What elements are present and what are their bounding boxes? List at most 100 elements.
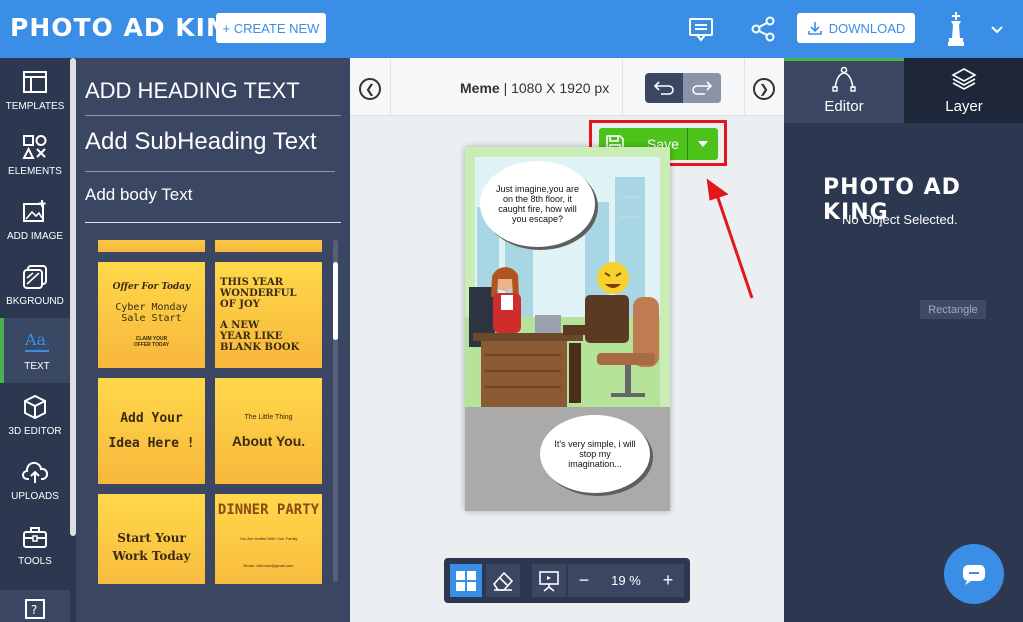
tile-line: Idea Here ! bbox=[108, 436, 195, 451]
tile-line: Sale Start bbox=[121, 313, 182, 324]
document-dimensions: 1080 X 1920 px bbox=[511, 80, 610, 96]
document-type: Meme bbox=[460, 80, 500, 96]
sidebar-item-tools[interactable]: TOOLS bbox=[0, 513, 70, 578]
redo-button[interactable] bbox=[683, 73, 721, 103]
svg-text:Aa: Aa bbox=[24, 330, 47, 349]
chat-button[interactable] bbox=[944, 544, 1004, 604]
document-info: Meme | 1080 X 1920 px bbox=[460, 80, 610, 96]
grid-view-icon bbox=[456, 570, 476, 591]
tile-line: Start Your bbox=[117, 531, 186, 545]
right-panel: Editor Layer bbox=[784, 58, 1023, 622]
tab-layer[interactable]: Layer bbox=[904, 58, 1023, 123]
sidebar-label-tools: TOOLS bbox=[18, 556, 52, 567]
sidebar-item-uploads[interactable]: UPLOADS bbox=[0, 448, 70, 513]
help-button[interactable]: ? bbox=[0, 590, 70, 622]
eraser-button[interactable] bbox=[486, 564, 520, 597]
templates-icon bbox=[23, 71, 47, 93]
speech-bubble-top: Just imagine,you are on the 8th floor, i… bbox=[480, 161, 595, 247]
top-bar: PHOTO AD KING + CREATE NEW DOWNLOAD bbox=[0, 0, 1023, 58]
sidebar-item-elements[interactable]: ELEMENTS bbox=[0, 123, 70, 188]
presentation-icon bbox=[539, 570, 559, 592]
create-new-button[interactable]: + CREATE NEW bbox=[216, 13, 326, 43]
app-logo[interactable]: PHOTO AD KING bbox=[10, 13, 249, 42]
tile-line: DINNER PARTY bbox=[217, 502, 320, 518]
text-template-tile[interactable]: Start Your Work Today bbox=[98, 494, 205, 584]
sidebar-item-text[interactable]: Aa TEXT bbox=[0, 318, 70, 383]
tile-line: Email: Johndoe@gmail.com bbox=[243, 563, 294, 568]
sidebar-label-templates: TEMPLATES bbox=[5, 101, 65, 112]
tile-line: WONDERFUL bbox=[220, 288, 297, 299]
speech-bubble-top-text: Just imagine,you are on the 8th floor, i… bbox=[495, 184, 580, 224]
share-icon[interactable] bbox=[748, 14, 778, 44]
sidebar-label-add-image: ADD IMAGE bbox=[6, 231, 64, 242]
text-template-tile[interactable]: The Little Thing About You. bbox=[215, 378, 322, 484]
add-heading-text[interactable]: ADD HEADING TEXT bbox=[85, 78, 300, 104]
zoom-level: 19 % bbox=[611, 573, 641, 588]
text-template-tile[interactable]: THIS YEAR WONDERFUL OF JOY A NEW YEAR LI… bbox=[215, 262, 322, 368]
grid-view-button[interactable] bbox=[450, 564, 482, 597]
active-tab-indicator bbox=[784, 58, 904, 61]
divider bbox=[85, 115, 341, 116]
text-template-tile[interactable]: Add Your Idea Here ! bbox=[98, 378, 205, 484]
no-selection-message: No Object Selected. bbox=[842, 212, 958, 227]
speech-bubble-bottom-text: It's very simple, i will stop my imagina… bbox=[554, 439, 636, 469]
annotation-arrow bbox=[706, 178, 754, 299]
text-template-tile[interactable]: DINNER PARTY You Are Invited With Your F… bbox=[215, 494, 322, 584]
tile-line: Add Your bbox=[120, 411, 183, 426]
chevron-right-icon: ❯ bbox=[758, 82, 770, 96]
tile-line: You Are Invited With Your Family bbox=[239, 536, 298, 541]
redo-icon bbox=[692, 81, 713, 95]
text-template-tile[interactable] bbox=[98, 240, 205, 252]
download-button[interactable]: DOWNLOAD bbox=[797, 13, 915, 43]
sidebar-item-add-image[interactable]: ADD IMAGE bbox=[0, 188, 70, 253]
download-label: DOWNLOAD bbox=[828, 20, 906, 36]
text-panel: ADD HEADING TEXT Add SubHeading Text Add… bbox=[76, 58, 350, 622]
editor-icon bbox=[832, 66, 856, 92]
tile-line: A NEW bbox=[220, 320, 260, 331]
add-subheading-text[interactable]: Add SubHeading Text bbox=[85, 128, 317, 156]
text-template-grid: Offer For Today Cyber Monday Sale Start … bbox=[98, 240, 328, 584]
chess-king-icon[interactable] bbox=[941, 12, 971, 46]
text-template-tile[interactable] bbox=[215, 240, 322, 252]
zoom-in-button[interactable]: + bbox=[652, 570, 684, 591]
tile-line: OFFER TODAY bbox=[133, 342, 170, 348]
download-icon bbox=[807, 22, 822, 35]
tile-line: BLANK BOOK bbox=[220, 342, 300, 353]
tile-line: OF JOY bbox=[220, 299, 260, 310]
zoom-toolbar: − 19 % + bbox=[444, 558, 690, 603]
tile-line: Work Today bbox=[112, 549, 191, 563]
background-icon bbox=[23, 265, 47, 289]
elements-icon bbox=[22, 135, 47, 159]
sidebar-label-uploads: UPLOADS bbox=[11, 491, 59, 502]
tab-layer-label: Layer bbox=[945, 98, 983, 115]
prev-page-button[interactable]: ❮ bbox=[359, 78, 381, 100]
rectangle-tooltip: Rectangle bbox=[920, 300, 986, 319]
tools-icon bbox=[23, 527, 47, 548]
svg-text:?: ? bbox=[31, 603, 37, 617]
divider bbox=[85, 222, 341, 223]
meme-canvas[interactable]: Just imagine,you are on the 8th floor, i… bbox=[465, 147, 670, 511]
sidebar-item-3d-editor[interactable]: 3D EDITOR bbox=[0, 383, 70, 448]
add-image-icon bbox=[23, 200, 46, 222]
comment-icon[interactable] bbox=[686, 14, 716, 44]
chat-icon bbox=[963, 565, 985, 585]
tab-editor[interactable]: Editor bbox=[784, 58, 904, 123]
sidebar-label-elements: ELEMENTS bbox=[8, 166, 62, 177]
speech-bubble-bottom: It's very simple, i will stop my imagina… bbox=[540, 415, 650, 493]
save-options-dropdown[interactable] bbox=[687, 128, 718, 160]
text-template-tile[interactable]: Offer For Today Cyber Monday Sale Start … bbox=[98, 262, 205, 368]
tiles-scrollbar[interactable] bbox=[333, 262, 338, 340]
add-body-text[interactable]: Add body Text bbox=[85, 185, 192, 205]
sidebar-item-templates[interactable]: TEMPLATES bbox=[0, 58, 70, 123]
presentation-button[interactable] bbox=[532, 564, 566, 597]
caret-down-icon bbox=[697, 141, 708, 147]
chevron-down-icon[interactable] bbox=[982, 14, 1012, 44]
next-page-button[interactable]: ❯ bbox=[753, 78, 775, 100]
tile-line: About You. bbox=[231, 432, 306, 449]
tile-line: The Little Thing bbox=[244, 413, 293, 421]
zoom-out-button[interactable]: − bbox=[568, 570, 600, 591]
undo-button[interactable] bbox=[645, 73, 683, 103]
sidebar-item-background[interactable]: BKGROUND bbox=[0, 253, 70, 318]
tile-line: THIS YEAR bbox=[220, 277, 284, 288]
sidebar-label-text: TEXT bbox=[24, 361, 50, 372]
